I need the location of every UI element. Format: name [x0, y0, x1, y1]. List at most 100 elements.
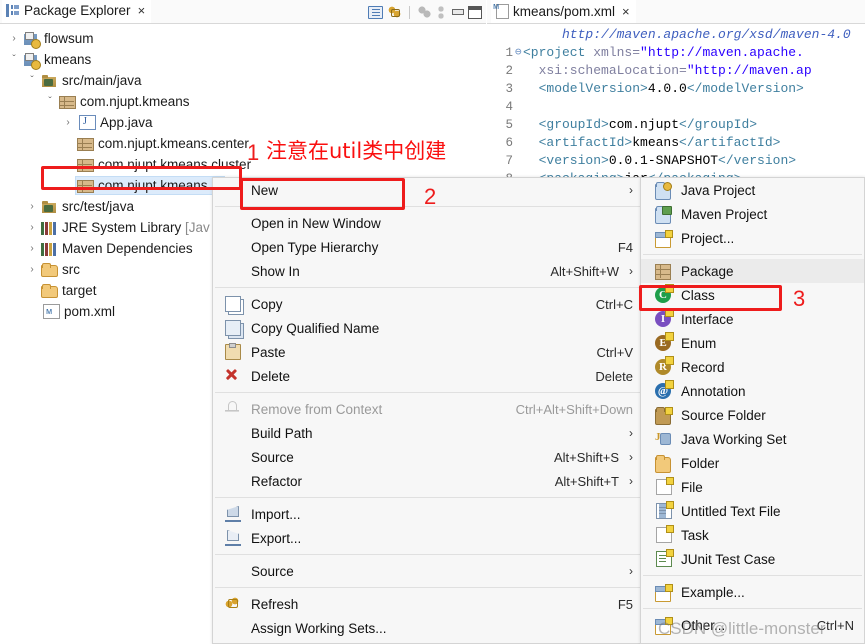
tree-item-content[interactable]: JRE System Library [Jav — [40, 219, 213, 236]
collapse-all-icon[interactable] — [417, 5, 432, 19]
menu-item-java-working-set[interactable]: Java Working Set — [641, 427, 864, 451]
menu-item-annotation[interactable]: @ Annotation — [641, 379, 864, 403]
tree-item-content[interactable]: com.njupt.kmeans.u — [75, 176, 225, 195]
close-icon[interactable]: × — [138, 4, 146, 17]
tree-item[interactable]: ˇ com.njupt.kmeans — [0, 91, 486, 112]
menu-item-import[interactable]: Import... — [213, 502, 643, 526]
tree-item-content[interactable]: com.njupt.kmeans.cluster — [76, 156, 254, 173]
context-menu[interactable]: New › Open in New Window Open Type Hierarch… — [212, 177, 644, 644]
menu-item-open-in-new-window[interactable]: Open in New Window — [213, 211, 643, 235]
menu-item-source[interactable]: Source Alt+Shift+S › — [213, 445, 643, 469]
tab-package-explorer[interactable]: Package Explorer × — [2, 0, 152, 23]
tree-item-content[interactable]: kmeans — [22, 51, 94, 70]
tree-item-content[interactable]: target — [40, 282, 100, 299]
tab-label: kmeans/pom.xml — [513, 4, 616, 19]
tree-item[interactable]: › flowsum — [0, 28, 486, 49]
menu-item-refresh[interactable]: Refresh F5 — [213, 592, 643, 616]
close-icon[interactable]: × — [622, 4, 630, 19]
link-icon[interactable] — [436, 4, 446, 20]
tab-pom-xml[interactable]: kmeans/pom.xml × — [491, 0, 636, 23]
fold-marker[interactable] — [515, 62, 523, 80]
menu-item-refactor[interactable]: Refactor Alt+Shift+T › — [213, 469, 643, 493]
tree-item-content[interactable]: src/test/java — [40, 198, 137, 216]
menu-item-assign-working-sets[interactable]: Assign Working Sets... — [213, 616, 643, 640]
fold-marker[interactable] — [515, 26, 523, 44]
view-menu-icon[interactable] — [368, 5, 383, 19]
export-icon — [225, 530, 241, 546]
menu-item-label: Task — [681, 527, 709, 543]
menu-item-class[interactable]: C Class — [641, 283, 864, 307]
tree-item-content[interactable]: com.njupt.kmeans.center — [76, 135, 252, 152]
package-icon — [77, 179, 94, 193]
line-number — [487, 26, 515, 44]
tree-item-content[interactable]: pom.xml — [40, 303, 118, 320]
tree-item-content[interactable]: App.java — [76, 114, 156, 131]
menu-item-paste[interactable]: Paste Ctrl+V — [213, 340, 643, 364]
menu-item-java-project[interactable]: Java Project — [641, 178, 864, 202]
link-with-editor-icon[interactable] — [387, 5, 402, 19]
tree-item[interactable]: ˇ kmeans — [0, 49, 486, 70]
xml-source-code[interactable]: http://maven.apache.org/xsd/maven-4.0 1 ⊖ <… — [487, 24, 865, 184]
menu-item-folder[interactable]: Folder — [641, 451, 864, 475]
fold-marker[interactable] — [515, 152, 523, 170]
tree-item-content[interactable]: com.njupt.kmeans — [58, 93, 193, 110]
menu-item-file[interactable]: File — [641, 475, 864, 499]
menu-item-interface[interactable]: I Interface — [641, 307, 864, 331]
menu-item-show-in[interactable]: Show In Alt+Shift+W › — [213, 259, 643, 283]
expanded-arrow-icon[interactable]: ˇ — [42, 91, 58, 112]
collapsed-arrow-icon[interactable]: › — [24, 196, 40, 217]
menu-item-example[interactable]: Example... — [641, 580, 864, 604]
menu-item-shortcut: Alt+Shift+W — [550, 263, 619, 279]
collapsed-arrow-icon[interactable]: › — [24, 217, 40, 238]
menu-item-delete[interactable]: Delete Delete — [213, 364, 643, 388]
menu-item-package[interactable]: Package — [641, 259, 864, 283]
enum-icon: E — [655, 332, 674, 351]
maximize-icon[interactable] — [468, 5, 482, 19]
collapsed-arrow-icon[interactable]: › — [6, 28, 22, 49]
menu-item-source[interactable]: Source › — [213, 559, 643, 583]
menu-item-task[interactable]: Task — [641, 523, 864, 547]
menu-item-source-folder[interactable]: Source Folder — [641, 403, 864, 427]
collapsed-arrow-icon[interactable]: › — [24, 259, 40, 280]
collapsed-arrow-icon[interactable]: › — [24, 238, 40, 259]
menu-item-untitled-text-file[interactable]: Untitled Text File — [641, 499, 864, 523]
fold-marker[interactable] — [515, 80, 523, 98]
menu-item-build-path[interactable]: Build Path › — [213, 421, 643, 445]
line-number: 5 — [505, 118, 513, 132]
fold-marker[interactable] — [515, 98, 523, 116]
expanded-arrow-icon[interactable]: ˇ — [6, 49, 22, 70]
tree-item-label: JRE System Library [Jav — [62, 220, 210, 235]
minimize-icon[interactable] — [450, 6, 464, 18]
fold-marker[interactable] — [515, 116, 523, 134]
menu-item-export[interactable]: Export... — [213, 526, 643, 550]
file-icon — [656, 477, 674, 495]
expanded-arrow-icon[interactable]: ˇ — [24, 70, 40, 91]
menu-item-project[interactable]: Project... — [641, 226, 864, 250]
menu-item-enum[interactable]: E Enum — [641, 331, 864, 355]
fold-marker[interactable]: ⊖ — [515, 44, 523, 62]
tree-item-content[interactable]: src/main/java — [40, 72, 145, 90]
menu-item-junit-test-case[interactable]: JUnit Test Case — [641, 547, 864, 571]
code-line: 2 xsi:schemaLocation="http://maven.ap — [487, 62, 865, 80]
menu-item-label: Copy Qualified Name — [251, 320, 380, 336]
new-submenu[interactable]: Java Project Maven Project Project... Packa… — [640, 177, 865, 644]
tree-item-content[interactable]: Maven Dependencies — [40, 240, 196, 257]
menu-item-copy[interactable]: Copy Ctrl+C — [213, 292, 643, 316]
menu-item-other[interactable]: Other... Ctrl+N — [641, 613, 864, 637]
tree-item-content[interactable]: src — [40, 261, 83, 278]
menu-item-open-type-hierarchy[interactable]: Open Type Hierarchy F4 — [213, 235, 643, 259]
menu-item-label: Maven Project — [681, 206, 768, 222]
menu-item-label: Interface — [681, 311, 734, 327]
menu-item-copy-qualified-name[interactable]: Copy Qualified Name — [213, 316, 643, 340]
menu-item-maven-project[interactable]: Maven Project — [641, 202, 864, 226]
tree-item-content[interactable]: flowsum — [22, 30, 97, 49]
fold-marker[interactable] — [515, 134, 523, 152]
maven-project-icon — [655, 206, 672, 224]
menu-item-label: Folder — [681, 455, 720, 471]
no-arrow-spacer — [60, 154, 76, 175]
menu-item-label: Package — [681, 263, 734, 279]
tree-item[interactable]: › App.java — [0, 112, 486, 133]
menu-item-record[interactable]: R Record — [641, 355, 864, 379]
tree-item[interactable]: ˇ src/main/java — [0, 70, 486, 91]
collapsed-arrow-icon[interactable]: › — [60, 112, 76, 133]
